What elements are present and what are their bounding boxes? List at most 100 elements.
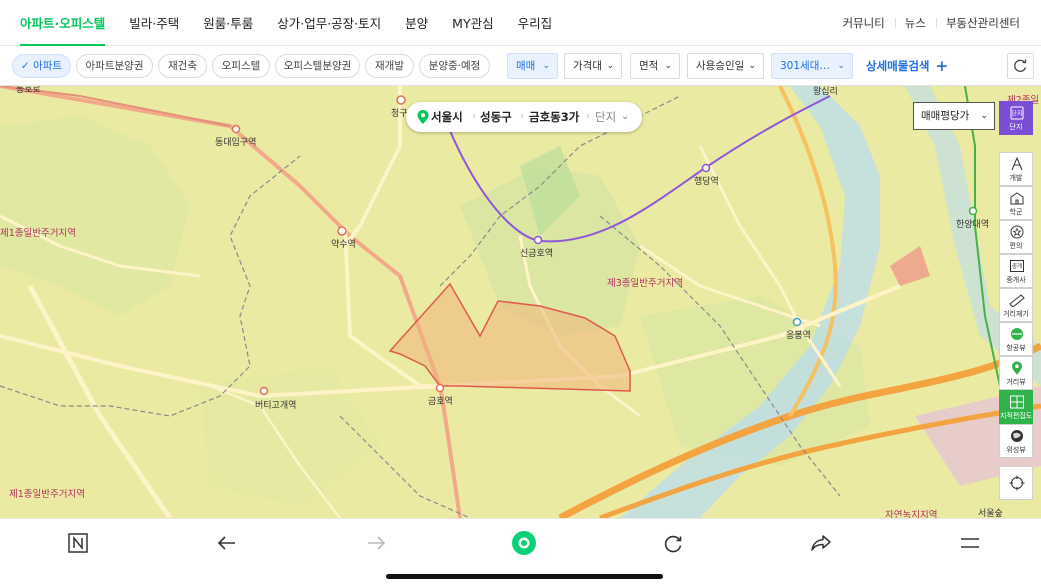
advanced-search-button[interactable]: 상세매물검색 + [866,58,948,74]
map-toolbar: 단지 단지 개발 학군 편의 중개 중개사 거리재기 항공뷰 거리뷰 지적편집도… [999,101,1035,500]
reload-button[interactable] [659,529,687,557]
my-location-icon [1009,475,1025,491]
chip-officetel-presale-right[interactable]: 오피스텔분양권 [275,54,360,78]
chip-reconstruction[interactable]: 재건축 [158,54,207,78]
station-label[interactable]: 금호역 [428,394,453,407]
cadastral-map-icon [1010,395,1024,409]
reload-icon [664,535,682,553]
tool-complex[interactable]: 단지 단지 [999,101,1033,135]
menu-our-home[interactable]: 우리집 [518,0,553,46]
tool-development[interactable]: 개발 [999,152,1033,186]
forward-button[interactable] [362,529,390,557]
aerial-view-icon [1011,328,1023,340]
naver-green-dot-button[interactable] [510,529,538,557]
map-label-partial: 동호로 [16,86,41,95]
chip-presale-upcoming[interactable]: 분양중·예정 [419,54,490,78]
location-pin-icon [417,110,429,124]
naver-home-button[interactable] [64,529,92,557]
price-per-pyeong-select[interactable]: 매매평당가 ⌄ [913,102,995,130]
top-navigation: 아파트·오피스텔 빌라·주택 원룸·투룸 상가·업무·공장·토지 분양 MY관심… [0,0,1041,46]
hamburger-menu-icon [961,538,979,548]
location-breadcrumb[interactable]: 서울시 › 성동구 › 금호동3가 › 단지 ⌄ [406,102,642,132]
breadcrumb-district[interactable]: 성동구 [480,102,512,132]
tool-amenity[interactable]: 편의 [999,220,1033,254]
home-indicator[interactable] [386,574,663,579]
chevron-down-icon: ⌄ [748,61,756,71]
tool-satellite[interactable]: 위성뷰 [999,424,1033,458]
zone-label: 제1종일반주거지역 [9,489,85,500]
breadcrumb-type[interactable]: 단지 [595,102,616,132]
school-icon [1010,192,1024,205]
zone-label: 제3종일반주거지역 [607,278,683,289]
dropdown-price[interactable]: 가격대 ⌄ [564,53,622,79]
svg-text:단지: 단지 [1011,110,1022,118]
broker-icon: 중개 [1010,260,1024,272]
breadcrumb-city[interactable]: 서울시 [431,102,463,132]
station-label[interactable]: 동대입구역 [215,135,256,148]
menu-oneroom-tworoom[interactable]: 원룸·투룸 [203,0,253,46]
green-dot-icon [512,531,536,555]
realestate-center-link[interactable]: 부동산관리센터 [935,15,1030,31]
top-right-links: 커뮤니티 뉴스 부동산관리센터 [832,0,1030,46]
dropdown-households[interactable]: 301세대… ⌄ [771,53,853,79]
menu-presale[interactable]: 분양 [405,0,428,46]
dropdown-area[interactable]: 면적 ⌄ [630,53,680,79]
amenity-icon [1010,225,1024,239]
tool-broker[interactable]: 중개 중개사 [999,254,1033,288]
tool-cadastral-map[interactable]: 지적편집도 [999,390,1033,424]
dropdown-trade-type[interactable]: 매매 ⌄ [507,53,558,79]
chip-apartment[interactable]: ✓ 아파트 [12,54,71,78]
zone-label: 제1종일반주거지역 [0,228,76,239]
dropdown-approval-date[interactable]: 사용승인일 ⌄ [687,53,764,79]
complex-icon: 단지 [1010,106,1024,120]
station-label[interactable]: 버티고개역 [255,398,296,411]
menu-my-interest[interactable]: MY관심 [452,0,493,46]
development-icon [1011,157,1023,171]
filter-bar: ✓ 아파트 아파트분양권 재건축 오피스텔 오피스텔분양권 재개발 분양중·예정… [0,46,1041,86]
arrow-right-icon [368,536,386,550]
station-label[interactable]: 서울숲 [978,506,1003,518]
station-label[interactable]: 한양대역 [956,217,989,230]
share-icon [811,535,831,551]
refresh-icon [1014,59,1027,72]
tool-school[interactable]: 학군 [999,186,1033,220]
menu-button[interactable] [956,529,984,557]
check-icon: ✓ [20,60,30,72]
plus-icon: + [935,57,949,75]
community-link[interactable]: 커뮤니티 [832,15,894,31]
station-label[interactable]: 약수역 [331,237,356,250]
zone-label: 자연녹지지역 [885,510,938,518]
menu-villa-house[interactable]: 빌라·주택 [129,0,179,46]
station-label[interactable]: 행당역 [694,174,719,187]
street-view-icon [1012,361,1022,375]
chip-officetel[interactable]: 오피스텔 [212,54,270,78]
refresh-button[interactable] [1007,53,1034,79]
chevron-down-icon: ⌄ [621,111,630,122]
svg-text:중개: 중개 [1012,262,1022,270]
satellite-icon [1011,430,1023,442]
chevron-down-icon: ⌄ [606,61,614,71]
chevron-down-icon: ⌄ [837,61,845,71]
map-label-partial: 왕십리 [813,87,838,97]
chevron-right-icon: › [520,111,524,122]
breadcrumb-dong[interactable]: 금호동3가 [529,102,579,132]
chevron-right-icon: › [472,111,476,122]
menu-apartment-officetel[interactable]: 아파트·오피스텔 [20,0,106,46]
main-menu: 아파트·오피스텔 빌라·주택 원룸·투룸 상가·업무·공장·토지 분양 MY관심… [20,0,576,46]
chip-redevelopment[interactable]: 재개발 [365,54,414,78]
news-link[interactable]: 뉴스 [894,15,936,31]
tool-my-location[interactable] [999,466,1033,500]
menu-commercial-land[interactable]: 상가·업무·공장·토지 [277,0,381,46]
chevron-right-icon: › [586,111,590,122]
share-button[interactable] [807,529,835,557]
station-label[interactable]: 신금호역 [520,246,553,259]
chevron-down-icon: ⌄ [980,111,988,121]
tool-aerial-view[interactable]: 항공뷰 [999,322,1033,356]
map-view[interactable]: 동호로 청구 왕십리 동대입구역 약수역 버티고개역 금호역 신금호역 행당역 … [0,86,1041,518]
arrow-left-icon [217,536,235,550]
tool-street-view[interactable]: 거리뷰 [999,356,1033,390]
tool-ruler[interactable]: 거리재기 [999,288,1033,322]
station-label[interactable]: 응봉역 [786,328,811,341]
chip-apartment-presale-right[interactable]: 아파트분양권 [76,54,153,78]
back-button[interactable] [213,529,241,557]
